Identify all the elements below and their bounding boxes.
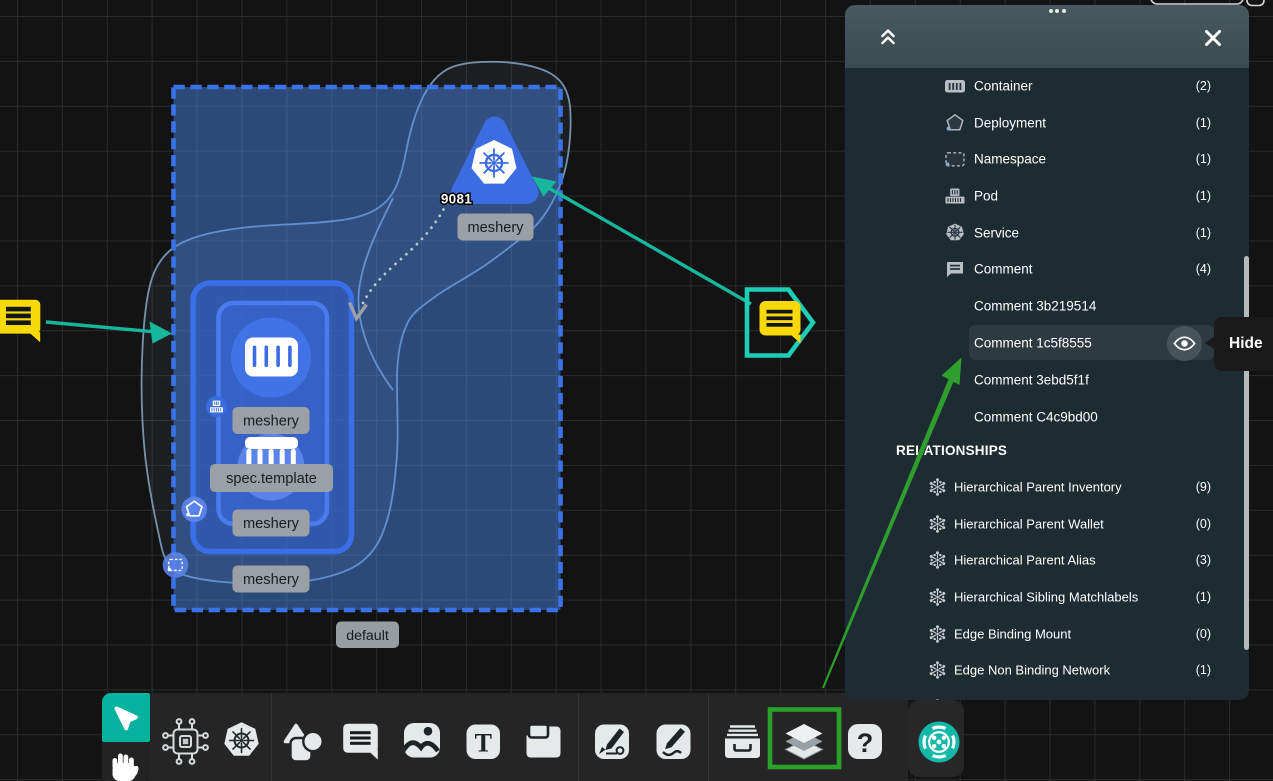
svg-text:?: ? (857, 728, 874, 758)
svg-text:T: T (475, 729, 492, 758)
